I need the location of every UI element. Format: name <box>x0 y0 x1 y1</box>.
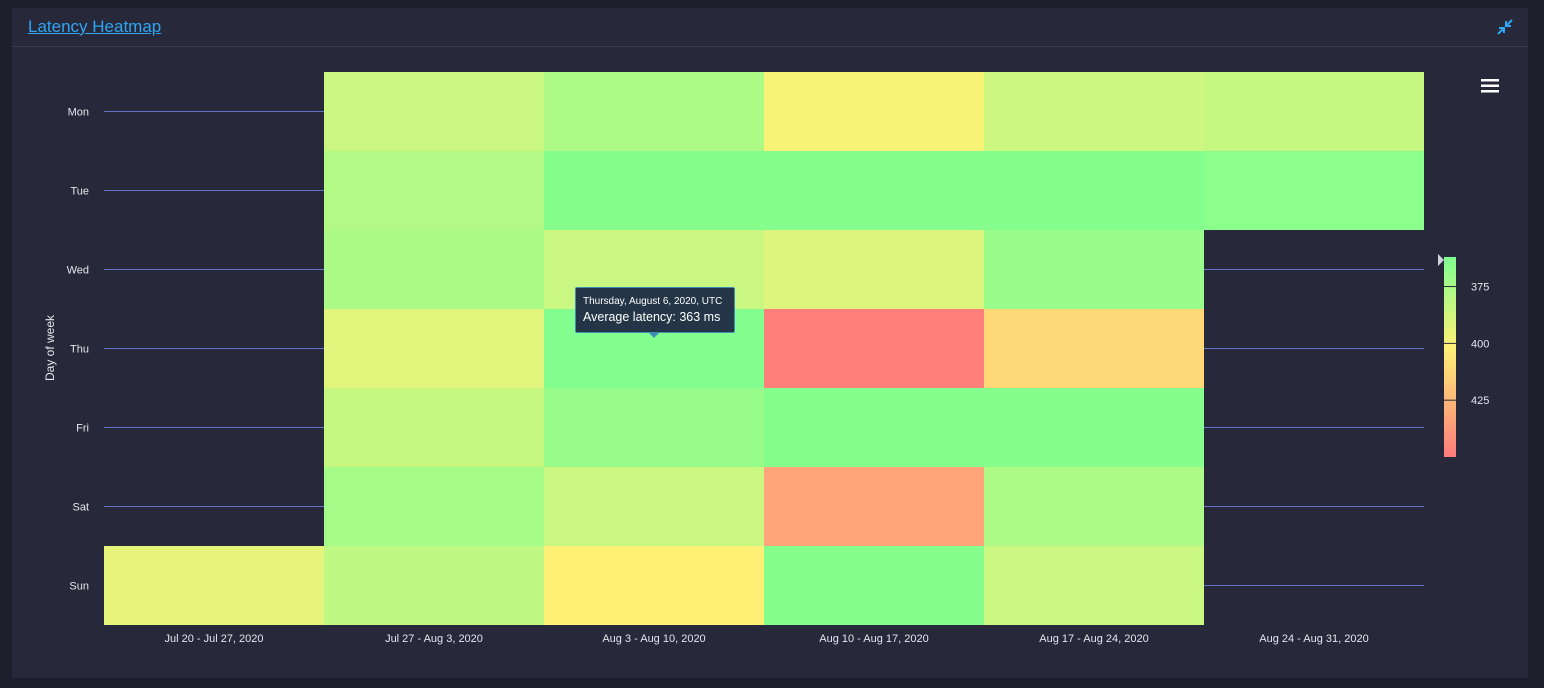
x-tick-label: Aug 24 - Aug 31, 2020 <box>1259 633 1368 645</box>
heatmap-cell[interactable] <box>764 230 984 309</box>
x-tick-label: Jul 20 - Jul 27, 2020 <box>164 633 263 645</box>
heatmap-cell[interactable] <box>1204 72 1424 151</box>
heatmap-cell[interactable] <box>984 151 1204 230</box>
heatmap-cell[interactable] <box>324 230 544 309</box>
heatmap-cell[interactable] <box>544 467 764 546</box>
heatmap-cell[interactable] <box>984 309 1204 388</box>
heatmap-cell[interactable] <box>544 388 764 467</box>
tooltip-arrow <box>648 332 660 338</box>
heatmap-cell[interactable] <box>764 151 984 230</box>
heatmap-cell[interactable] <box>764 388 984 467</box>
y-tick-label: Tue <box>70 186 89 198</box>
heatmap-cell[interactable] <box>544 151 764 230</box>
y-tick-label: Sat <box>72 502 89 514</box>
heatmap-chart: Mon Tue Wed Thu Fri Sat Sun Jul 20 - Jul 27, 2… <box>43 72 1489 645</box>
color-axis-label: 400 <box>1471 338 1489 350</box>
heatmap-cell[interactable] <box>324 388 544 467</box>
color-axis-marker[interactable] <box>1438 254 1444 266</box>
heatmap-cell[interactable] <box>984 467 1204 546</box>
heatmap-cell[interactable] <box>984 388 1204 467</box>
y-axis-title: Day of week <box>43 314 57 381</box>
x-tick-label: Aug 10 - Aug 17, 2020 <box>819 633 928 645</box>
heatmap-cell[interactable] <box>544 72 764 151</box>
color-axis-label: 375 <box>1471 282 1489 294</box>
x-tick-label: Aug 3 - Aug 10, 2020 <box>602 633 705 645</box>
x-tick-label: Jul 27 - Aug 3, 2020 <box>385 633 483 645</box>
y-tick-label: Sun <box>69 581 89 593</box>
heatmap-cell[interactable] <box>324 467 544 546</box>
heatmap-cell[interactable] <box>984 230 1204 309</box>
heatmap-cell[interactable] <box>324 151 544 230</box>
y-tick-label: Thu <box>70 344 89 356</box>
heatmap-cell[interactable] <box>104 546 324 625</box>
tooltip-date: Thursday, August 6, 2020, UTC <box>583 296 723 307</box>
heatmap-cell[interactable] <box>1204 151 1424 230</box>
tooltip: Thursday, August 6, 2020, UTC Average la… <box>575 287 735 333</box>
x-tick-label: Aug 17 - Aug 24, 2020 <box>1039 633 1148 645</box>
tooltip-value: Average latency: 363 ms <box>583 310 721 324</box>
color-axis-label: 425 <box>1471 395 1489 407</box>
heatmap-cell[interactable] <box>764 546 984 625</box>
heatmap-cell[interactable] <box>764 467 984 546</box>
heatmap-cell[interactable] <box>764 309 984 388</box>
heatmap-cell[interactable] <box>544 546 764 625</box>
heatmap-cell[interactable] <box>324 72 544 151</box>
heatmap-cell[interactable] <box>984 72 1204 151</box>
heatmap-cell[interactable] <box>984 546 1204 625</box>
y-tick-label: Mon <box>68 107 89 119</box>
y-tick-label: Wed <box>67 265 89 277</box>
y-tick-label: Fri <box>76 423 89 435</box>
color-axis: 375 400 425 <box>1438 254 1489 457</box>
heatmap-cell[interactable] <box>324 546 544 625</box>
heatmap-cell[interactable] <box>764 72 984 151</box>
heatmap-cell[interactable] <box>324 309 544 388</box>
